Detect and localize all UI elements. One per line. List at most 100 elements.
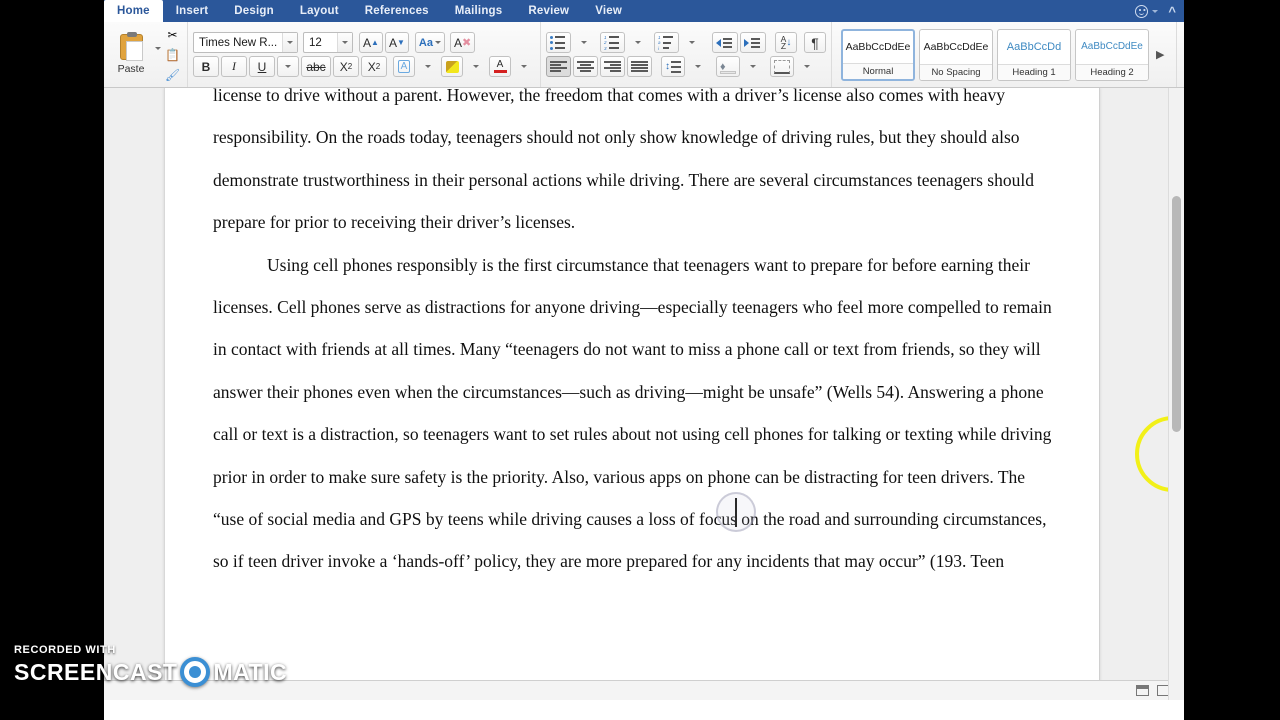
- numbered-list-caret-icon[interactable]: [627, 32, 649, 53]
- tab-layout[interactable]: Layout: [287, 0, 352, 22]
- vertical-scrollbar-thumb[interactable]: [1172, 196, 1181, 432]
- font-color-button[interactable]: A: [489, 56, 511, 77]
- shading-caret-icon[interactable]: [742, 56, 764, 77]
- document-workspace[interactable]: license to drive without a parent. Howev…: [104, 88, 1184, 700]
- increase-indent-icon: [744, 36, 762, 49]
- style-normal[interactable]: AaBbCcDdEe Normal: [841, 28, 915, 81]
- highlight-color-button[interactable]: [441, 56, 463, 77]
- font-color-label: A: [496, 59, 504, 70]
- align-left-button[interactable]: [546, 56, 571, 77]
- decrease-indent-button[interactable]: [712, 32, 738, 53]
- font-family-caret-icon[interactable]: [282, 33, 297, 52]
- font-size-caret-icon[interactable]: [337, 33, 352, 52]
- multilevel-list-caret-icon[interactable]: [681, 32, 703, 53]
- print-layout-view-icon[interactable]: [1136, 685, 1149, 696]
- sort-button[interactable]: A Z ↓: [775, 32, 797, 53]
- font-family-combo[interactable]: Times New R...: [193, 32, 298, 53]
- align-center-button[interactable]: [573, 56, 598, 77]
- line-spacing-button[interactable]: ↕: [661, 56, 685, 77]
- underline-button[interactable]: U: [249, 56, 275, 77]
- highlighter-icon: [445, 60, 459, 73]
- numbered-list-icon: 123: [604, 35, 621, 50]
- text-effects-button[interactable]: A: [393, 56, 415, 77]
- style-no-spacing[interactable]: AaBbCcDdEe No Spacing: [919, 28, 993, 81]
- bullet-list-button[interactable]: [546, 32, 571, 53]
- tab-view[interactable]: View: [582, 0, 635, 22]
- shrink-font-button[interactable]: A ▼: [384, 32, 409, 53]
- clear-formatting-button[interactable]: A ✖: [449, 32, 476, 53]
- font-color-swatch: [493, 70, 507, 73]
- ribbon-tab-bar: Home Insert Design Layout References Mai…: [104, 0, 1184, 22]
- subscript-button[interactable]: X2: [333, 56, 359, 77]
- bullet-list-caret-icon[interactable]: [573, 32, 595, 53]
- align-right-button[interactable]: [600, 56, 625, 77]
- chevron-down-icon[interactable]: [1152, 9, 1159, 13]
- borders-button[interactable]: [770, 56, 794, 77]
- shading-button[interactable]: ♦: [716, 56, 740, 77]
- style-no-spacing-preview: AaBbCcDdEe: [923, 40, 989, 53]
- show-formatting-marks-button[interactable]: ¶: [804, 32, 826, 53]
- superscript-label: X: [367, 59, 376, 74]
- italic-label: I: [232, 59, 236, 73]
- tab-references-label: References: [364, 5, 429, 17]
- bold-button[interactable]: B: [193, 56, 219, 77]
- tab-home-label: Home: [117, 5, 150, 17]
- borders-caret-icon[interactable]: [796, 56, 818, 77]
- change-case-label: Aa: [418, 36, 433, 49]
- styles-gallery-more-button[interactable]: ▶: [1153, 48, 1167, 61]
- multilevel-list-button[interactable]: 1ai: [654, 32, 679, 53]
- tab-insert[interactable]: Insert: [163, 0, 222, 22]
- font-color-caret-icon[interactable]: [513, 56, 535, 77]
- justify-button[interactable]: [627, 56, 652, 77]
- tab-design[interactable]: Design: [221, 0, 287, 22]
- tab-view-label: View: [595, 5, 623, 17]
- line-spacing-icon: ↕: [665, 61, 670, 72]
- styles-gallery: AaBbCcDdEe Normal AaBbCcDdEe No Spacing …: [837, 28, 1171, 81]
- grow-font-button[interactable]: A ▲: [359, 32, 383, 53]
- decrease-indent-icon: [716, 36, 734, 49]
- smiley-icon[interactable]: [1135, 4, 1149, 18]
- paintbrush-icon[interactable]: 🖌: [163, 67, 182, 83]
- tab-references[interactable]: References: [352, 0, 442, 22]
- increase-indent-button[interactable]: [740, 32, 766, 53]
- vertical-scrollbar[interactable]: [1168, 88, 1184, 700]
- tab-mailings[interactable]: Mailings: [442, 0, 516, 22]
- tab-review[interactable]: Review: [515, 0, 582, 22]
- align-right-icon: [604, 60, 621, 73]
- scissors-icon[interactable]: ✂: [163, 27, 182, 43]
- superscript-button[interactable]: X2: [361, 56, 387, 77]
- collapse-ribbon-icon[interactable]: ^: [1168, 5, 1176, 18]
- document-page[interactable]: license to drive without a parent. Howev…: [164, 88, 1100, 700]
- word-application-window: Home Insert Design Layout References Mai…: [104, 0, 1184, 720]
- text-effects-label: A: [397, 60, 411, 73]
- underline-dropdown-button[interactable]: [277, 56, 299, 77]
- text-effects-caret-icon[interactable]: [417, 56, 439, 77]
- style-heading-1[interactable]: AaBbCcDd Heading 1: [997, 28, 1071, 81]
- font-family-value: Times New R...: [199, 36, 278, 49]
- group-clipboard: Paste ✂ 📋 🖌: [104, 22, 187, 87]
- tab-home[interactable]: Home: [104, 0, 163, 22]
- subscript-digit: 2: [347, 62, 353, 71]
- highlight-caret-icon[interactable]: [465, 56, 487, 77]
- style-heading-1-preview: AaBbCcDd: [1006, 40, 1062, 53]
- line-spacing-caret-icon[interactable]: [687, 56, 709, 77]
- strikethrough-button[interactable]: abc: [301, 56, 331, 77]
- paragraph-2[interactable]: Using cell phones responsibly is the fir…: [213, 244, 1053, 583]
- style-heading-2[interactable]: AaBbCcDdEe Heading 2: [1075, 28, 1149, 81]
- subscript-label: X: [339, 59, 348, 74]
- change-case-button[interactable]: Aa: [414, 32, 445, 53]
- numbered-list-button[interactable]: 123: [600, 32, 625, 53]
- copy-icon[interactable]: 📋: [163, 47, 182, 63]
- font-size-combo[interactable]: 12: [303, 32, 353, 53]
- style-no-spacing-label: No Spacing: [920, 63, 992, 80]
- italic-button[interactable]: I: [221, 56, 247, 77]
- document-text-body[interactable]: license to drive without a parent. Howev…: [213, 88, 1053, 583]
- shrink-font-label: A: [388, 35, 397, 50]
- style-normal-label: Normal: [843, 62, 913, 79]
- paste-button[interactable]: Paste: [109, 26, 153, 84]
- watermark-matic-label: MATIC: [213, 658, 288, 685]
- paragraph-1[interactable]: license to drive without a parent. Howev…: [213, 88, 1053, 244]
- styles-pane-button[interactable]: 1 Styles Pane: [1182, 31, 1184, 79]
- strikethrough-label: abc: [306, 59, 326, 74]
- bullet-list-icon: [550, 35, 567, 50]
